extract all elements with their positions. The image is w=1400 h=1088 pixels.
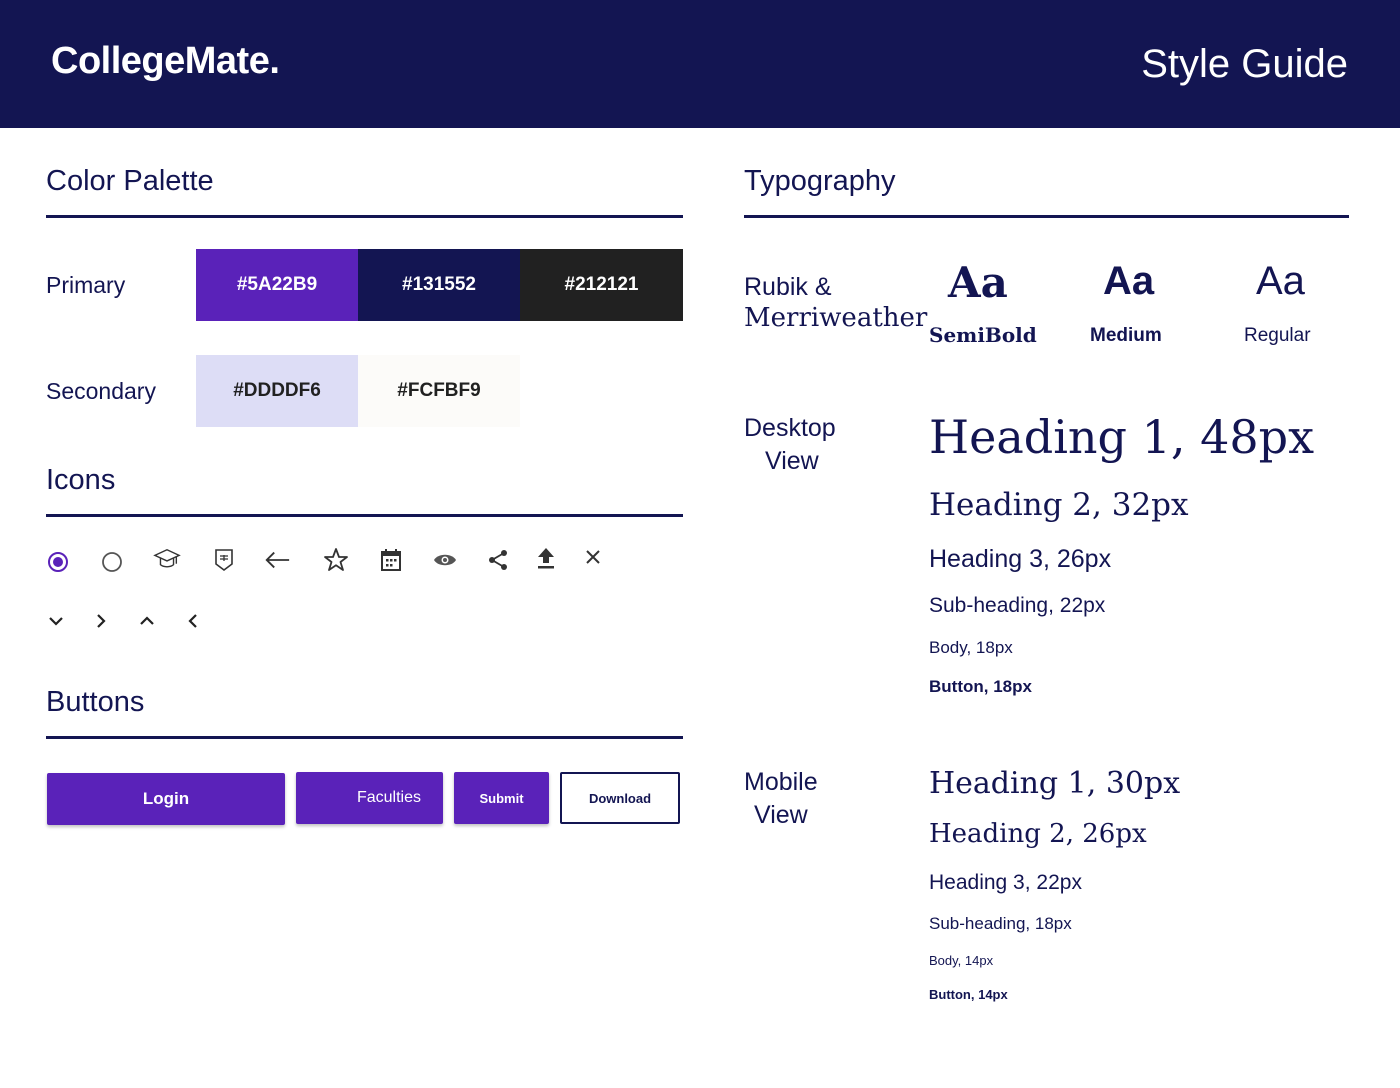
swatch-label: #FCFBF9 bbox=[397, 380, 481, 401]
desktop-heading-1: Heading 1, 48px bbox=[929, 410, 1315, 464]
icons-divider bbox=[46, 514, 683, 517]
share-icon[interactable] bbox=[484, 546, 512, 574]
brand-logo: CollegeMate. bbox=[51, 40, 280, 82]
faculties-button-label: Faculties bbox=[356, 789, 421, 806]
chevron-left-icon[interactable] bbox=[179, 607, 207, 635]
typography-divider bbox=[744, 215, 1349, 218]
calendar-icon[interactable] bbox=[377, 546, 405, 574]
download-button-label: Download bbox=[588, 790, 652, 806]
color-palette-title: Color Palette bbox=[46, 165, 214, 197]
swatch-label: #DDDDF6 bbox=[233, 380, 321, 401]
faculties-button[interactable]: Faculties bbox=[296, 772, 443, 824]
font-sample-medium: Aa bbox=[1103, 259, 1155, 303]
page-title: Style Guide bbox=[1141, 42, 1348, 86]
graduation-cap-icon bbox=[153, 546, 181, 574]
submit-button[interactable]: Submit bbox=[454, 772, 549, 824]
desktop-subheading: Sub-heading, 22px bbox=[929, 594, 1106, 617]
chevron-right-icon[interactable] bbox=[87, 607, 115, 635]
mobile-button-text: Button, 14px bbox=[929, 987, 1008, 1002]
desktop-heading-2: Heading 2, 32px bbox=[929, 487, 1189, 523]
mobile-subheading: Sub-heading, 18px bbox=[929, 914, 1072, 933]
mobile-body: Body, 14px bbox=[929, 953, 994, 968]
desktop-view-label-line2: View bbox=[765, 447, 819, 475]
arrow-left-icon[interactable] bbox=[263, 546, 291, 574]
buttons-divider bbox=[46, 736, 683, 739]
book-badge-icon bbox=[210, 546, 238, 574]
chevron-down-icon[interactable] bbox=[42, 607, 70, 635]
desktop-view-label-line1: Desktop bbox=[744, 414, 836, 442]
swatch-primary-1: #5A22B9 bbox=[196, 249, 358, 321]
mobile-view-label-line2: View bbox=[754, 801, 808, 829]
swatch-primary-2: #131552 bbox=[358, 249, 520, 321]
font-sample-semibold: Aa bbox=[948, 258, 1008, 307]
swatch-primary-3: #212121 bbox=[520, 249, 683, 321]
icons-title: Icons bbox=[46, 464, 116, 496]
radio-unchecked-icon[interactable] bbox=[98, 548, 126, 576]
font-sample-semibold-label: SemiBold bbox=[929, 323, 1037, 347]
upload-icon[interactable] bbox=[532, 544, 560, 572]
login-button-label: Login bbox=[142, 789, 190, 808]
primary-label: Primary bbox=[46, 272, 126, 298]
eye-icon[interactable] bbox=[431, 546, 459, 574]
fonts-label-line1: Rubik & bbox=[744, 273, 832, 301]
swatch-secondary-2: #FCFBF9 bbox=[358, 355, 520, 427]
font-sample-medium-label: Medium bbox=[1090, 325, 1162, 346]
mobile-heading-1: Heading 1, 30px bbox=[929, 766, 1181, 801]
secondary-label: Secondary bbox=[46, 378, 156, 404]
swatch-secondary-1: #DDDDF6 bbox=[196, 355, 358, 427]
mobile-view-label-line1: Mobile bbox=[744, 768, 818, 796]
download-button[interactable]: Download bbox=[560, 772, 680, 824]
header-bar: CollegeMate. Style Guide bbox=[0, 0, 1400, 128]
submit-button-label: Submit bbox=[479, 790, 524, 806]
color-palette-divider bbox=[46, 215, 683, 218]
swatch-label: #131552 bbox=[402, 274, 476, 295]
mobile-heading-3: Heading 3, 22px bbox=[929, 871, 1082, 894]
radio-checked-icon[interactable] bbox=[44, 548, 72, 576]
font-sample-regular: Aa bbox=[1256, 259, 1305, 303]
mobile-heading-2: Heading 2, 26px bbox=[929, 819, 1147, 849]
typography-title: Typography bbox=[744, 165, 896, 197]
fonts-label-line2: Merriweather bbox=[744, 303, 928, 333]
chevron-up-icon[interactable] bbox=[133, 607, 161, 635]
swatch-label: #212121 bbox=[564, 274, 639, 295]
star-outline-icon[interactable] bbox=[322, 546, 350, 574]
desktop-heading-3: Heading 3, 26px bbox=[929, 545, 1112, 573]
desktop-body: Body, 18px bbox=[929, 638, 1013, 657]
close-icon[interactable] bbox=[579, 543, 607, 571]
login-button[interactable]: Login bbox=[47, 773, 285, 825]
desktop-button-text: Button, 18px bbox=[929, 677, 1032, 696]
buttons-title: Buttons bbox=[46, 686, 145, 718]
font-sample-regular-label: Regular bbox=[1244, 325, 1311, 346]
swatch-label: #5A22B9 bbox=[236, 274, 318, 295]
